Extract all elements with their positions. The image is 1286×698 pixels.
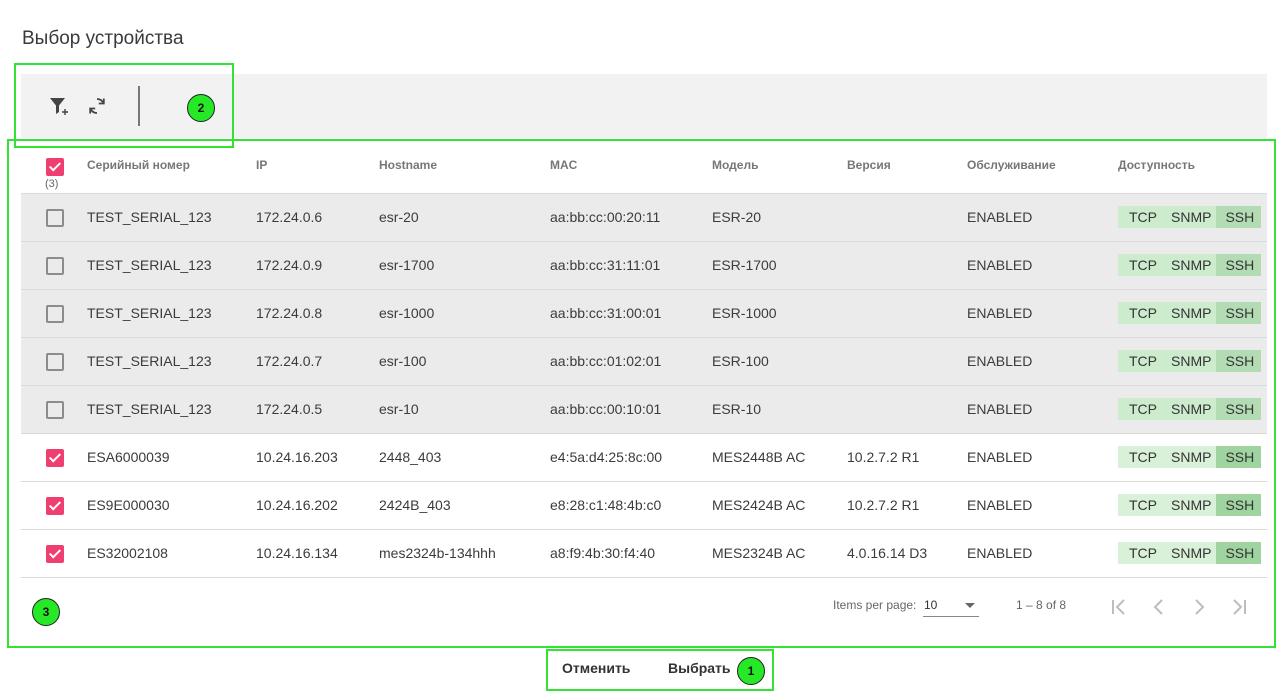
- annotation-badge-1: 1: [737, 657, 765, 685]
- annotation-badge-2: 2: [187, 94, 215, 122]
- highlight-frame-table: [7, 139, 1276, 648]
- annotation-badge-3: 3: [32, 598, 60, 626]
- page-title: Выбор устройства: [22, 28, 184, 49]
